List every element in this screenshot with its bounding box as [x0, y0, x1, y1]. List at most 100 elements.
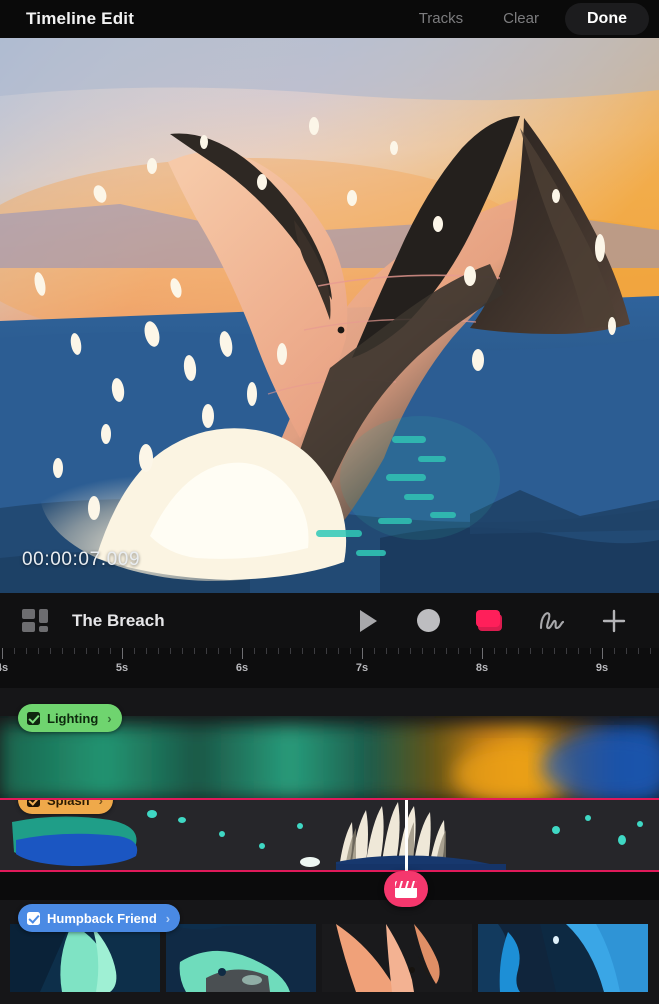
ruler-tick-minor: [386, 648, 387, 654]
ruler-tick-major: [482, 648, 483, 659]
chevron-right-icon[interactable]: ›: [107, 711, 111, 726]
ruler-tick-minor: [230, 648, 231, 654]
ruler-tick-minor: [38, 648, 39, 654]
ruler-tick-minor: [338, 648, 339, 654]
playhead-line[interactable]: [405, 800, 408, 872]
track-label-lighting: Lighting: [47, 710, 99, 726]
track-pill-humpback-friend[interactable]: Humpback Friend ›: [18, 904, 181, 932]
ruler-tick-minor: [86, 648, 87, 654]
scribble-icon: [539, 611, 565, 629]
ruler-tick-minor: [314, 648, 315, 654]
ruler-tick-minor: [506, 648, 507, 654]
ruler-tick-minor: [170, 648, 171, 654]
selection-line-top: [0, 798, 659, 800]
ruler-tick-minor: [626, 648, 627, 654]
ruler-tick-minor: [374, 648, 375, 654]
timecode-display: 00:00:07.009: [22, 549, 141, 570]
page-title: Timeline Edit: [26, 9, 135, 28]
ruler-tick-minor: [158, 648, 159, 654]
ruler-tick-minor: [650, 648, 651, 654]
ruler-tick-minor: [206, 648, 207, 654]
ruler-tick-minor: [518, 648, 519, 654]
track-humpback-friend[interactable]: Humpback Friend ›: [0, 900, 659, 1004]
ruler-tick-minor: [218, 648, 219, 654]
chevron-right-icon[interactable]: ›: [99, 800, 103, 808]
ruler-tick-minor: [182, 648, 183, 654]
ruler-tick-minor: [146, 648, 147, 654]
ruler-tick-minor: [62, 648, 63, 654]
plus-icon: [602, 609, 626, 632]
ruler-tick-major: [2, 648, 3, 659]
ruler-tick-minor: [14, 648, 15, 654]
ruler-tick-minor: [410, 648, 411, 654]
timeline-ruler[interactable]: 4s 5s 6s 7s 8s 9s: [0, 648, 659, 688]
playhead-marker-button[interactable]: [384, 871, 428, 907]
ruler-label: 9s: [595, 662, 609, 674]
ruler-tick-minor: [110, 648, 111, 654]
ruler-tick-minor: [458, 648, 459, 654]
clip-name-label: The Breach: [72, 610, 165, 630]
ruler-tick-minor: [398, 648, 399, 654]
track-splash[interactable]: Splash ›: [0, 800, 659, 872]
ruler-tick-minor: [134, 648, 135, 654]
nav-actions: Tracks Clear Done: [399, 0, 659, 38]
ruler-label: 8s: [475, 662, 489, 674]
tool-buttons: [335, 593, 659, 648]
done-button[interactable]: Done: [565, 3, 649, 35]
checkbox-icon[interactable]: [27, 911, 40, 925]
scribble-button[interactable]: [521, 593, 583, 648]
track-label-humpback-friend: Humpback Friend: [47, 910, 157, 926]
ruler-tick-minor: [266, 648, 267, 654]
add-button[interactable]: [583, 593, 645, 648]
ruler-tick-minor: [50, 648, 51, 654]
tracks-button[interactable]: Tracks: [399, 0, 483, 38]
ruler-tick-major: [362, 648, 363, 659]
ruler-tick-minor: [638, 648, 639, 654]
ruler-tick-minor: [470, 648, 471, 654]
record-circle-icon: [416, 609, 440, 632]
layout-grid-icon[interactable]: [22, 608, 52, 633]
checkbox-icon[interactable]: [27, 800, 40, 807]
ruler-tick-minor: [590, 648, 591, 654]
clear-button[interactable]: Clear: [483, 0, 559, 38]
record-button[interactable]: [397, 593, 459, 648]
clips-button[interactable]: [459, 593, 521, 648]
ruler-tick-minor: [350, 648, 351, 654]
clapperboard-icon: [395, 880, 417, 898]
ruler-tick-minor: [554, 648, 555, 654]
ruler-tick-minor: [302, 648, 303, 654]
ruler-tick-minor: [494, 648, 495, 654]
clip-toolbar: The Breach: [0, 593, 659, 648]
video-preview[interactable]: 00:00:07.009: [0, 38, 659, 593]
play-icon: [359, 609, 377, 632]
checkbox-icon[interactable]: [27, 711, 40, 725]
ruler-label: 6s: [235, 662, 249, 674]
ruler-label: 4s: [0, 662, 9, 674]
preview-artwork: [0, 38, 659, 593]
ruler-tick-minor: [578, 648, 579, 654]
track-lighting[interactable]: Lighting ›: [0, 688, 659, 800]
ruler-label: 5s: [115, 662, 129, 674]
track-label-splash: Splash: [47, 800, 90, 808]
ruler-tick-minor: [326, 648, 327, 654]
ruler-tick-minor: [446, 648, 447, 654]
ruler-tick-minor: [422, 648, 423, 654]
ruler-tick-minor: [290, 648, 291, 654]
ruler-tick-major: [602, 648, 603, 659]
ruler-tick-major: [242, 648, 243, 659]
ruler-tick-minor: [542, 648, 543, 654]
ruler-tick-minor: [254, 648, 255, 654]
ruler-tick-minor: [614, 648, 615, 654]
ruler-tick-minor: [74, 648, 75, 654]
ruler-tick-minor: [98, 648, 99, 654]
track-pill-lighting[interactable]: Lighting ›: [18, 704, 122, 732]
selection-line-bottom: [0, 870, 659, 872]
ruler-label: 7s: [355, 662, 369, 674]
top-navigation-bar: Timeline Edit Tracks Clear Done: [0, 0, 659, 38]
track-pill-splash[interactable]: Splash ›: [18, 800, 113, 814]
play-button[interactable]: [335, 593, 397, 648]
ruler-tick-minor: [530, 648, 531, 654]
ruler-tick-minor: [278, 648, 279, 654]
chevron-right-icon[interactable]: ›: [166, 911, 170, 926]
ruler-tick-major: [122, 648, 123, 659]
